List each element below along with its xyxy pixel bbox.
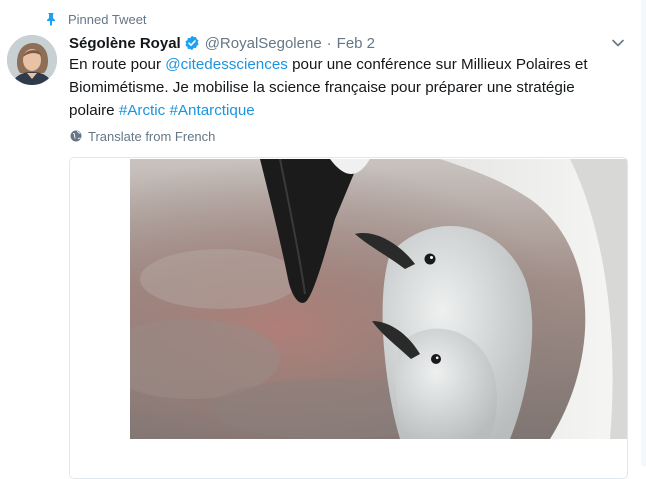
pinned-tweet-indicator: Pinned Tweet <box>44 10 147 28</box>
pinned-label: Pinned Tweet <box>68 11 147 27</box>
translate-label: Translate from French <box>88 128 216 144</box>
author-handle[interactable]: @RoyalSegolene <box>205 35 322 52</box>
tweet-text: En route pour @citedessciences pour une … <box>69 53 609 122</box>
penguin-chicks-photo[interactable] <box>130 159 627 439</box>
hashtag-link[interactable]: #Antarctique <box>169 102 254 119</box>
tweet-text-part: En route pour <box>69 56 166 73</box>
globe-icon <box>70 130 82 142</box>
chevron-down-icon[interactable] <box>611 36 625 50</box>
tweet-date[interactable]: Feb 2 <box>337 35 375 52</box>
translate-link[interactable]: Translate from French <box>70 127 215 145</box>
verified-badge-icon <box>185 35 199 51</box>
scrollbar[interactable] <box>641 0 646 466</box>
pin-icon <box>47 13 55 26</box>
author-name[interactable]: Ségolène Royal <box>69 35 181 52</box>
mention-link[interactable]: @citedessciences <box>165 56 288 73</box>
avatar-image <box>7 35 57 85</box>
hashtag-link[interactable]: #Arctic <box>119 102 165 119</box>
separator: · <box>326 34 332 52</box>
media-card[interactable] <box>69 157 628 479</box>
avatar[interactable] <box>7 35 57 85</box>
tweet-header: Ségolène Royal @RoyalSegolene · Feb 2 <box>69 33 375 53</box>
